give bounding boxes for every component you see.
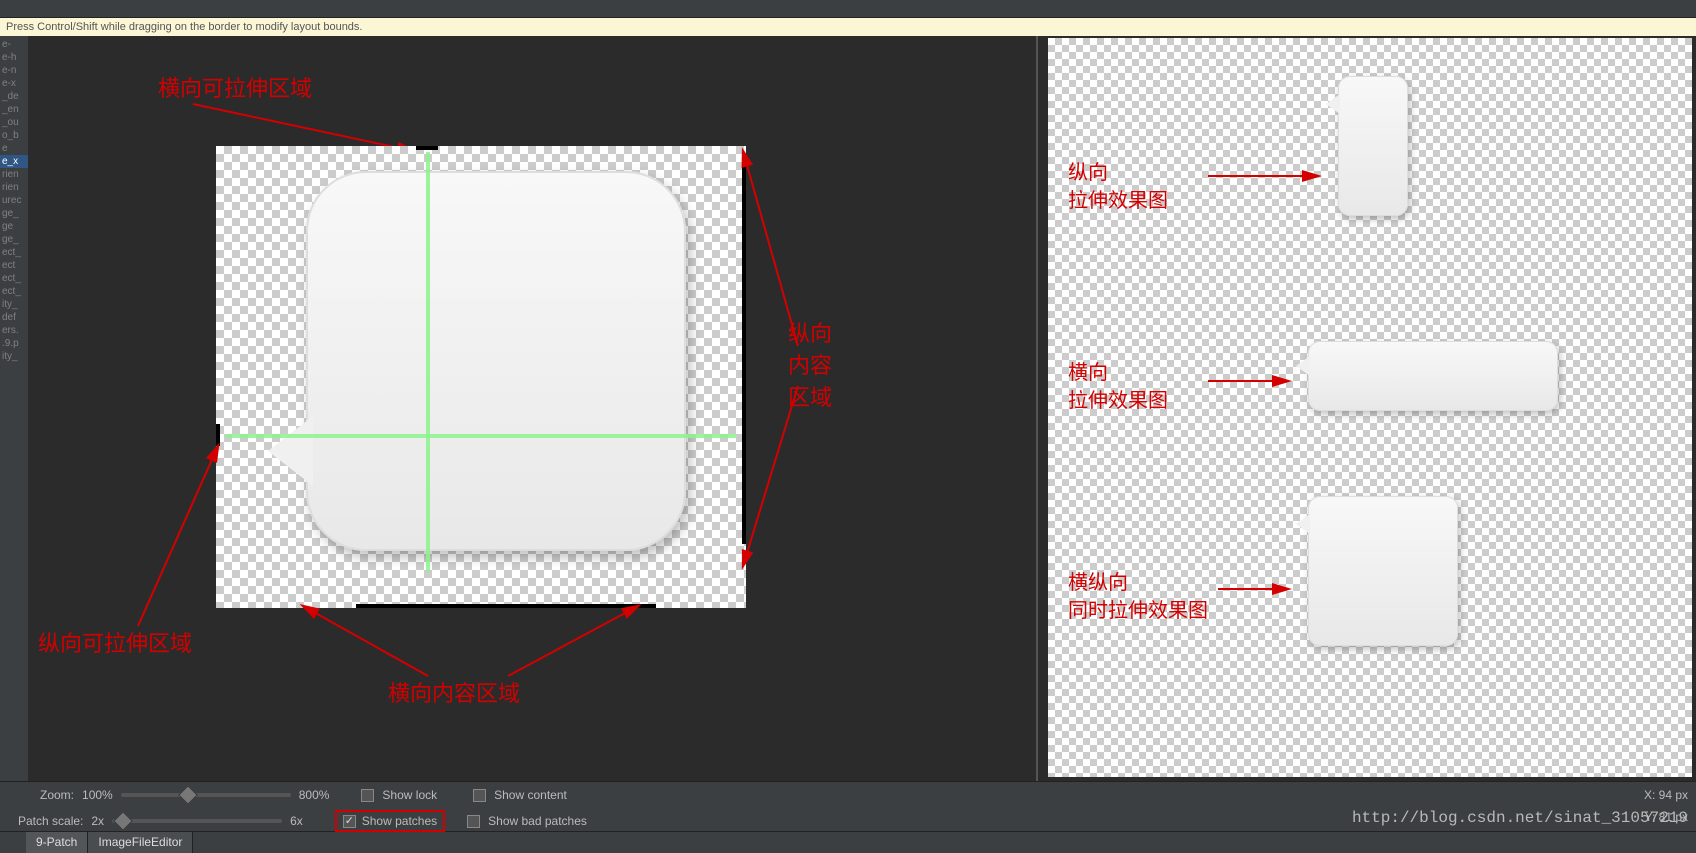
show-bad-label: Show bad patches <box>488 814 587 828</box>
sidebar-item[interactable]: rien <box>0 181 28 194</box>
bottom-tabs: 9-Patch ImageFileEditor <box>0 831 1696 853</box>
bubble-tail <box>268 416 313 486</box>
preview-both-tail <box>1296 514 1310 534</box>
sidebar-item[interactable]: def <box>0 311 28 324</box>
sidebar-item[interactable]: urec <box>0 194 28 207</box>
zoom-min: 100% <box>82 788 113 802</box>
annot-h-stretch: 横向可拉伸区域 <box>158 71 312 103</box>
preview-pane: 纵向 拉伸效果图 横向 拉伸效果图 横纵向 同时拉伸效果图 <box>1036 36 1696 781</box>
sidebar-item[interactable]: ect_ <box>0 285 28 298</box>
watermark: http://blog.csdn.net/sinat_31057219 <box>1352 809 1688 827</box>
preview-horizontal-bubble <box>1308 341 1558 411</box>
editor-tab-bar[interactable] <box>0 0 1696 18</box>
zoom-slider[interactable] <box>121 793 291 797</box>
patch-min: 2x <box>91 814 104 828</box>
tab-imagefileeditor[interactable]: ImageFileEditor <box>88 832 193 853</box>
zoom-max: 800% <box>299 788 330 802</box>
sidebar-item[interactable]: e_x <box>0 155 28 168</box>
annot-prev-h-1: 横向 <box>1068 356 1108 385</box>
annot-v-stretch: 纵向可拉伸区域 <box>38 626 192 658</box>
patch-max: 6x <box>290 814 303 828</box>
left-stretch-mark <box>216 424 220 446</box>
annot-v-content-1: 纵向 <box>788 316 832 348</box>
annot-prev-h-2: 拉伸效果图 <box>1068 384 1168 413</box>
annot-v-content-3: 区域 <box>788 380 832 412</box>
top-stretch-mark <box>416 146 438 150</box>
bottom-content-mark <box>356 604 656 608</box>
sidebar-item[interactable]: ge <box>0 220 28 233</box>
show-bad-checkbox[interactable] <box>467 815 480 828</box>
sidebar-item[interactable]: ers. <box>0 324 28 337</box>
preview-horizontal-tail <box>1296 356 1310 376</box>
show-lock-checkbox[interactable] <box>361 789 374 802</box>
hint-bar: Press Control/Shift while dragging on th… <box>0 18 1696 36</box>
show-content-label: Show content <box>494 788 567 802</box>
sidebar-item[interactable]: e- <box>0 38 28 51</box>
sidebar-item[interactable]: ect <box>0 259 28 272</box>
annot-prev-both-2: 同时拉伸效果图 <box>1068 594 1208 623</box>
annot-prev-v-1: 纵向 <box>1068 156 1108 185</box>
sidebar-item[interactable]: ity_ <box>0 298 28 311</box>
zoom-label: Zoom: <box>40 788 74 802</box>
sidebar-item[interactable]: .9.p <box>0 337 28 350</box>
annot-prev-both-1: 横纵向 <box>1068 566 1128 595</box>
tab-9patch[interactable]: 9-Patch <box>26 832 88 853</box>
ninepatch-canvas[interactable] <box>216 146 746 608</box>
annot-h-content: 横向内容区域 <box>388 676 520 708</box>
show-patches-label: Show patches <box>362 814 437 828</box>
show-lock-label: Show lock <box>382 788 437 802</box>
sidebar-item[interactable]: ect_ <box>0 272 28 285</box>
sidebar-item[interactable]: _de <box>0 90 28 103</box>
preview-vertical-bubble <box>1338 76 1408 216</box>
sidebar-item[interactable]: e-n <box>0 64 28 77</box>
sidebar-item[interactable]: _ou <box>0 116 28 129</box>
annot-prev-v-2: 拉伸效果图 <box>1068 184 1168 213</box>
sidebar-item[interactable]: ge_ <box>0 233 28 246</box>
preview-vertical-tail <box>1326 94 1340 114</box>
show-content-checkbox[interactable] <box>473 789 486 802</box>
sidebar-item[interactable]: o_b <box>0 129 28 142</box>
patch-line-vertical <box>426 152 430 572</box>
coord-x: X: 94 px <box>1644 788 1688 802</box>
patch-slider[interactable] <box>112 819 282 823</box>
show-patches-highlight: Show patches <box>335 810 445 832</box>
show-patches-checkbox[interactable] <box>343 815 356 828</box>
sidebar-item[interactable]: _en <box>0 103 28 116</box>
sidebar-item[interactable]: rien <box>0 168 28 181</box>
sidebar-item[interactable]: e-h <box>0 51 28 64</box>
patch-scale-label: Patch scale: <box>18 814 83 828</box>
left-strip: e-e-he-ne-x_de_en_ouo_bee_xrienrienurecg… <box>0 36 28 781</box>
sidebar-item[interactable]: ect_ <box>0 246 28 259</box>
preview-both-bubble <box>1308 496 1458 646</box>
sidebar-item[interactable]: e <box>0 142 28 155</box>
sidebar-item[interactable]: e-x <box>0 77 28 90</box>
sidebar-item[interactable]: ge_ <box>0 207 28 220</box>
annot-v-content-2: 内容 <box>788 348 832 380</box>
patch-line-horizontal <box>226 434 736 438</box>
editor-pane[interactable]: 横向可拉伸区域 纵向 内容 区域 <box>28 36 1036 781</box>
sidebar-item[interactable]: ity_ <box>0 350 28 363</box>
right-content-mark <box>742 164 746 544</box>
bubble-image <box>306 171 686 551</box>
